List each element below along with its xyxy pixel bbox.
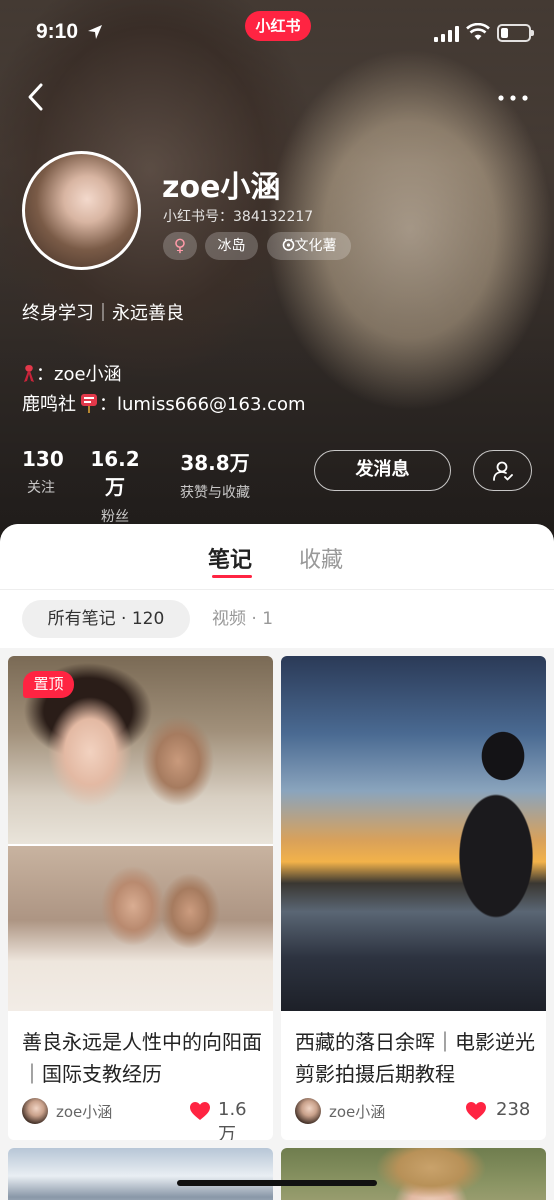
location-tag: 冰岛 — [205, 232, 258, 260]
note-title[interactable]: 善良永远是人性中的向阳面｜国际支教经历 — [22, 1026, 262, 1090]
info-line-name: ：zoe小涵 — [22, 360, 122, 386]
note-meta: zoe小涵 1.6万 — [22, 1098, 262, 1140]
title-tag-label: 文化薯 — [294, 238, 337, 254]
stat-likes[interactable]: 38.8万 获赞与收藏 — [172, 447, 258, 502]
stat-following-value: 130 — [22, 447, 64, 471]
note-title[interactable]: 西藏的落日余晖｜电影逆光剪影拍摄后期教程 — [295, 1026, 535, 1090]
tab-collections[interactable]: 收藏 — [299, 542, 343, 574]
cover-photo-bottom — [8, 846, 273, 1011]
filter-video[interactable]: 视频 · 1 — [212, 600, 273, 638]
like-count: 1.6万 — [218, 1099, 247, 1140]
stat-following-label: 关注 — [27, 480, 55, 496]
author-name[interactable]: zoe小涵 — [56, 1101, 112, 1122]
profile-header: 9:10 小红书 zoe小涵 小红书号：384132217 ♀ 冰岛 文化薯 终… — [0, 0, 554, 545]
heart-icon[interactable] — [465, 1101, 487, 1121]
note-cover-image[interactable] — [281, 1148, 546, 1200]
mailbox-icon — [81, 394, 97, 413]
note-cover-image[interactable] — [281, 656, 546, 1011]
note-card[interactable] — [281, 1148, 546, 1200]
sparkle-badge-icon — [282, 238, 294, 251]
author-avatar[interactable] — [295, 1098, 321, 1124]
filter-all-notes[interactable]: 所有笔记 · 120 — [22, 600, 190, 638]
home-indicator[interactable] — [177, 1180, 377, 1186]
notes-section: 笔记 收藏 所有笔记 · 120 视频 · 1 置顶 善良永远是人性中的向阳面｜… — [0, 524, 554, 1200]
profile-name: zoe小涵 — [162, 170, 281, 205]
stat-likes-label: 获赞与收藏 — [180, 485, 250, 501]
ribbon-icon — [24, 365, 34, 382]
stat-following[interactable]: 130 关注 — [22, 447, 64, 497]
active-tab-indicator — [212, 575, 252, 578]
pinned-badge: 置顶 — [23, 671, 74, 698]
red-id: 小红书号：384132217 — [163, 209, 314, 225]
stat-fans-label: 粉丝 — [101, 509, 129, 525]
battery-icon — [497, 24, 534, 42]
like-count: 238 — [496, 1099, 531, 1120]
stat-fans[interactable]: 16.2万 粉丝 — [82, 447, 148, 526]
info-line-contact-prefix: 鹿鸣社 — [22, 394, 76, 415]
author-avatar[interactable] — [22, 1098, 48, 1124]
status-time: 9:10 — [36, 20, 79, 43]
info-line-name-text: ：zoe小涵 — [36, 364, 122, 385]
gender-tag: ♀ — [163, 232, 197, 260]
bio-text: 终身学习｜永远善良 — [22, 303, 184, 324]
note-card[interactable]: 西藏的落日余晖｜电影逆光剪影拍摄后期教程 zoe小涵 238 — [281, 656, 546, 1140]
signal-icon — [434, 26, 459, 42]
title-tag[interactable]: 文化薯 — [267, 232, 351, 260]
note-cover-image[interactable] — [8, 656, 273, 1011]
more-button[interactable] — [495, 86, 531, 110]
follow-button[interactable] — [473, 450, 532, 491]
profile-avatar[interactable] — [22, 151, 141, 270]
note-card[interactable] — [8, 1148, 273, 1200]
filter-bar: 所有笔记 · 120 视频 · 1 — [0, 590, 554, 648]
brand-logo: 小红书 — [245, 11, 311, 41]
author-name[interactable]: zoe小涵 — [329, 1101, 385, 1122]
note-meta: zoe小涵 238 — [295, 1098, 535, 1128]
info-line-contact-email: ：lumiss666@163.com — [99, 394, 306, 415]
wifi-icon — [466, 23, 490, 40]
tabs-bar: 笔记 收藏 — [0, 524, 554, 590]
tab-notes[interactable]: 笔记 — [208, 542, 252, 574]
stat-fans-value: 16.2万 — [90, 447, 140, 499]
info-line-contact: 鹿鸣社 ：lumiss666@163.com — [22, 390, 306, 416]
stat-likes-value: 38.8万 — [180, 451, 250, 475]
back-button[interactable] — [22, 80, 52, 114]
note-card[interactable]: 置顶 善良永远是人性中的向阳面｜国际支教经历 zoe小涵 1.6万 — [8, 656, 273, 1140]
user-check-icon — [493, 461, 513, 481]
note-cover-image[interactable] — [8, 1148, 273, 1200]
location-arrow-icon — [88, 25, 102, 39]
heart-icon[interactable] — [189, 1101, 211, 1121]
send-message-button[interactable]: 发消息 — [314, 450, 451, 491]
